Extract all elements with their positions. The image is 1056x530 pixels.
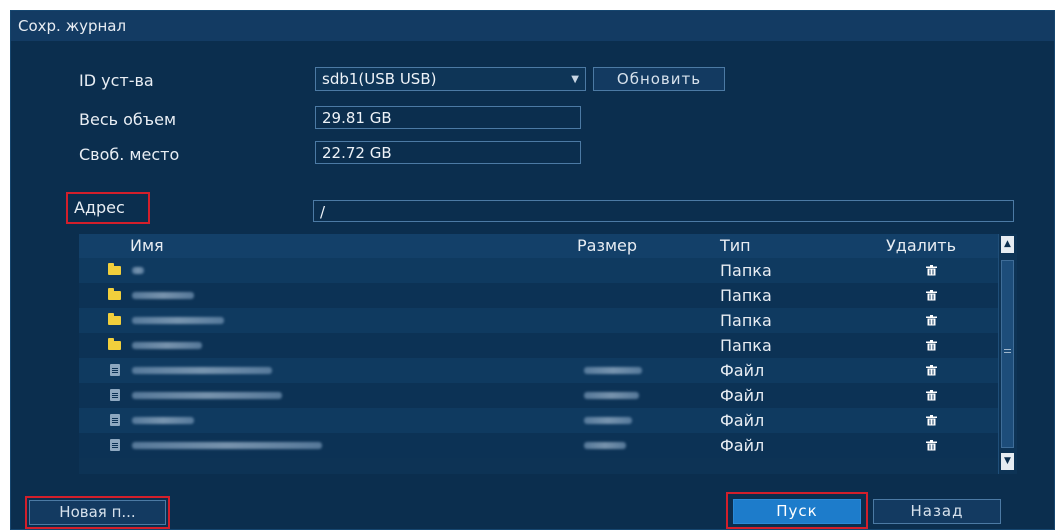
address-input[interactable]: / <box>313 200 1014 222</box>
table-row[interactable]: Файл <box>79 433 1000 458</box>
file-name-redacted <box>132 292 194 299</box>
file-type: Папка <box>720 261 772 280</box>
folder-icon <box>108 263 121 275</box>
column-delete: Удалить <box>886 236 956 255</box>
file-name-redacted <box>132 417 194 424</box>
trash-icon[interactable] <box>926 365 937 376</box>
table-row[interactable]: Папка <box>79 333 1000 358</box>
file-type: Файл <box>720 386 765 405</box>
save-log-dialog: Сохр. журнал ID уст-ва sdb1(USB USB) ▼ О… <box>10 10 1055 530</box>
table-scrollbar[interactable]: ▲ ▼ <box>998 234 1017 474</box>
trash-icon[interactable] <box>926 390 937 401</box>
back-button[interactable]: Назад <box>873 499 1001 524</box>
file-type: Файл <box>720 436 765 455</box>
folder-icon <box>108 288 121 300</box>
table-header: Имя Размер Тип Удалить <box>79 234 1000 258</box>
table-row[interactable]: Файл <box>79 383 1000 408</box>
column-name: Имя <box>130 236 164 255</box>
file-type: Папка <box>720 311 772 330</box>
file-icon <box>110 414 120 426</box>
table-row[interactable]: Файл <box>79 408 1000 433</box>
trash-icon[interactable] <box>926 265 937 276</box>
free-space-value: 22.72 GB <box>315 141 581 164</box>
free-space-label: Своб. место <box>79 145 180 164</box>
file-type: Файл <box>720 361 765 380</box>
file-type: Папка <box>720 286 772 305</box>
trash-icon[interactable] <box>926 440 937 451</box>
device-id-select[interactable]: sdb1(USB USB) ▼ <box>315 67 586 91</box>
file-icon <box>110 364 120 376</box>
scrollbar-thumb[interactable] <box>1001 260 1014 448</box>
table-row[interactable]: Файл <box>79 358 1000 383</box>
table-body: Папка Папка Папка Папка Файл Файл Файл Файл <box>79 258 1000 474</box>
file-type: Папка <box>720 336 772 355</box>
refresh-button[interactable]: Обновить <box>593 67 725 91</box>
new-folder-button[interactable]: Новая п... <box>29 500 166 525</box>
total-capacity-value: 29.81 GB <box>315 106 581 129</box>
folder-icon <box>108 338 121 350</box>
file-size-redacted <box>584 417 632 424</box>
file-name-redacted <box>132 392 282 399</box>
file-name-redacted <box>132 317 224 324</box>
grip-line-icon <box>1004 352 1011 353</box>
table-row[interactable]: Папка <box>79 283 1000 308</box>
file-type: Файл <box>720 411 765 430</box>
file-icon <box>110 389 120 401</box>
scroll-down-button[interactable]: ▼ <box>1001 453 1014 470</box>
file-table: Имя Размер Тип Удалить Папка Папка Папка Па… <box>79 234 1000 474</box>
trash-icon[interactable] <box>926 340 937 351</box>
file-size-redacted <box>584 392 639 399</box>
table-row[interactable]: Папка <box>79 308 1000 333</box>
folder-icon <box>108 313 121 325</box>
file-name-redacted <box>132 267 144 274</box>
address-label: Адрес <box>74 198 125 217</box>
trash-icon[interactable] <box>926 290 937 301</box>
trash-icon[interactable] <box>926 315 937 326</box>
total-capacity-label: Весь объем <box>79 110 177 129</box>
file-size-redacted <box>584 367 642 374</box>
file-size-redacted <box>584 442 626 449</box>
trash-icon[interactable] <box>926 415 937 426</box>
device-id-value: sdb1(USB USB) <box>322 70 437 88</box>
file-name-redacted <box>132 367 272 374</box>
dialog-title: Сохр. журнал <box>11 11 1054 41</box>
table-row[interactable]: Папка <box>79 258 1000 283</box>
scroll-up-button[interactable]: ▲ <box>1001 236 1014 253</box>
chevron-down-icon: ▼ <box>571 74 579 85</box>
start-button[interactable]: Пуск <box>733 499 861 524</box>
file-name-redacted <box>132 442 322 449</box>
file-name-redacted <box>132 342 202 349</box>
file-icon <box>110 439 120 451</box>
column-type: Тип <box>720 236 751 255</box>
device-id-label: ID уст-ва <box>79 71 154 90</box>
grip-line-icon <box>1004 349 1011 350</box>
column-size: Размер <box>577 236 638 255</box>
